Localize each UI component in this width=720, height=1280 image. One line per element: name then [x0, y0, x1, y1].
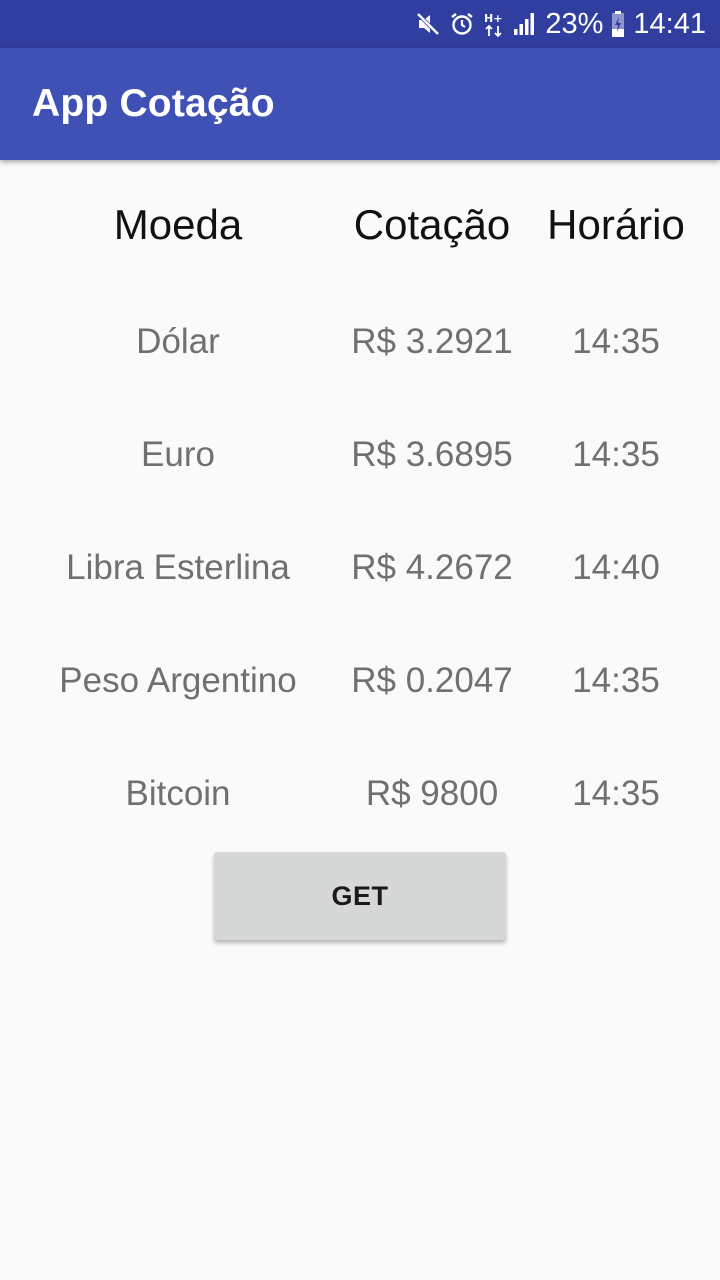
battery-percentage: 23%: [545, 8, 604, 40]
mute-icon: [415, 0, 441, 48]
table-row: Dólar R$ 3.2921 14:35: [0, 307, 720, 377]
header-moeda: Moeda: [113, 201, 243, 248]
currency-rate: R$ 0.2047: [351, 661, 513, 700]
currency-name: Euro: [141, 435, 215, 474]
currency-name: Dólar: [136, 322, 220, 361]
status-icons: H+ 23% 14:41: [415, 0, 706, 48]
status-time: 14:41: [633, 8, 706, 40]
currency-time: 14:40: [572, 548, 660, 587]
currency-time: 14:35: [572, 435, 660, 474]
app-bar: App Cotação: [0, 48, 720, 160]
currency-name: Bitcoin: [125, 774, 231, 813]
table-header: Moeda Cotação Horário: [0, 190, 720, 260]
signal-icon: [513, 0, 537, 48]
currency-time: 14:35: [572, 322, 660, 361]
currency-name: Libra Esterlina: [66, 548, 290, 587]
battery-charging-icon: [611, 0, 625, 48]
currency-time: 14:35: [572, 661, 660, 700]
get-button[interactable]: GET: [214, 852, 506, 940]
alarm-icon: [449, 0, 475, 48]
currency-rate: R$ 9800: [365, 774, 499, 813]
table-row: Euro R$ 3.6895 14:35: [0, 420, 720, 490]
currency-rate: R$ 3.6895: [351, 435, 513, 474]
table-row: Libra Esterlina R$ 4.2672 14:40: [0, 533, 720, 603]
hplus-data-icon: H+: [483, 0, 505, 48]
header-cotacao: Cotação: [353, 201, 511, 248]
svg-text:H+: H+: [484, 12, 502, 25]
currency-time: 14:35: [572, 774, 660, 813]
currency-rate: R$ 3.2921: [351, 322, 513, 361]
app-title: App Cotação: [32, 82, 275, 125]
currency-rate: R$ 4.2672: [351, 548, 513, 587]
currency-name: Peso Argentino: [59, 661, 297, 700]
header-horario: Horário: [547, 201, 685, 248]
status-bar: H+ 23% 14:41: [0, 0, 720, 48]
table-row: Peso Argentino R$ 0.2047 14:35: [0, 646, 720, 716]
table-row: Bitcoin R$ 9800 14:35: [0, 759, 720, 829]
